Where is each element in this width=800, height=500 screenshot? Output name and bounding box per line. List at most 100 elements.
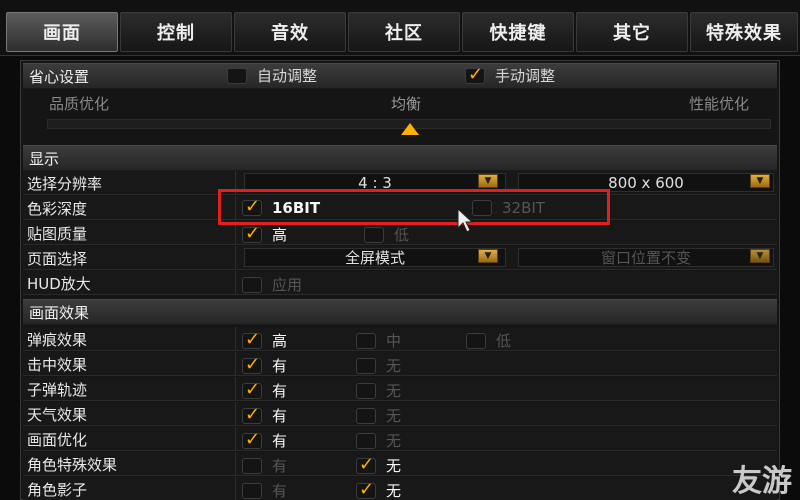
option-label: 有 — [272, 432, 288, 450]
checkbox[interactable] — [242, 457, 262, 474]
texture-low-checkbox[interactable] — [364, 226, 384, 243]
option-label: 无 — [386, 357, 402, 375]
effects-header: 画面效果 — [23, 299, 777, 325]
hud-scale-label: HUD放大 — [27, 275, 91, 293]
checkbox[interactable] — [356, 407, 376, 424]
easy-settings-title: 省心设置 — [29, 67, 90, 86]
option-low[interactable]: 低 — [466, 330, 511, 351]
effect-label: 弹痕效果 — [27, 331, 88, 349]
effect-row-bullet-trail: 子弹轨迹 ✓ 有 无 — [23, 377, 777, 401]
quality-label: 品质优化 — [49, 95, 110, 113]
effect-label: 角色特殊效果 — [27, 456, 118, 474]
checkbox[interactable]: ✓ — [242, 429, 262, 450]
hud-scale-row: HUD放大 应用 — [23, 271, 777, 295]
texture-low-option[interactable]: 低 — [364, 224, 409, 245]
texture-low-label: 低 — [394, 226, 410, 244]
page-mode-dropdown-arrow-icon[interactable]: ▼ — [478, 249, 498, 263]
effect-row-bullet-holes: 弹痕效果 ✓ 高 中 低 — [23, 327, 777, 351]
checkbox[interactable] — [356, 432, 376, 449]
texture-high-checkbox[interactable]: ✓ — [242, 223, 262, 244]
option-label: 无 — [386, 482, 402, 500]
effect-row-character-shadow: 角色影子 有 ✓ 无 — [23, 477, 777, 500]
option-label: 低 — [496, 332, 512, 350]
option-label: 中 — [386, 332, 402, 350]
effect-label: 天气效果 — [27, 406, 88, 424]
option-label: 有 — [272, 382, 288, 400]
option-off[interactable]: ✓ 无 — [356, 479, 402, 500]
ratio-dropdown-arrow-icon[interactable]: ▼ — [478, 174, 498, 188]
effect-row-weather: 天气效果 ✓ 有 无 — [23, 402, 777, 426]
quality-slider-thumb[interactable] — [401, 123, 419, 135]
option-label: 无 — [386, 382, 402, 400]
page-select-row: 页面选择 全屏模式 ▼ 窗口位置不变 ▼ — [23, 246, 777, 270]
settings-panel: 省心设置 自动调整 ✓ 手动调整 品质优化 均衡 性能优化 显示 选择分辨率 4… — [20, 60, 780, 500]
checkbox[interactable] — [242, 482, 262, 499]
checkbox[interactable] — [356, 382, 376, 399]
auto-adjust-option[interactable]: 自动调整 — [227, 65, 317, 86]
balanced-label: 均衡 — [391, 95, 422, 113]
option-on[interactable]: ✓ 有 — [242, 429, 288, 451]
auto-adjust-checkbox[interactable] — [227, 67, 247, 84]
hud-apply-label: 应用 — [272, 276, 303, 294]
option-on[interactable]: ✓ 有 — [242, 354, 288, 376]
texture-quality-label: 贴图质量 — [27, 225, 88, 243]
mouse-cursor-icon — [457, 208, 474, 233]
hud-apply-option[interactable]: 应用 — [242, 274, 302, 295]
manual-adjust-checkbox[interactable]: ✓ — [465, 64, 485, 85]
option-medium[interactable]: 中 — [356, 330, 401, 351]
option-off[interactable]: 无 — [356, 405, 401, 426]
performance-label: 性能优化 — [689, 95, 750, 113]
effect-label: 子弹轨迹 — [27, 381, 88, 399]
option-on[interactable]: ✓ 有 — [242, 404, 288, 426]
checkbox[interactable]: ✓ — [356, 479, 376, 500]
window-position-select[interactable]: 窗口位置不变 — [518, 248, 774, 267]
checkbox[interactable] — [356, 332, 376, 349]
display-header: 显示 — [23, 145, 777, 171]
page-mode-select[interactable]: 全屏模式 — [244, 248, 506, 267]
tab-special-effects[interactable]: 特殊效果 — [690, 12, 798, 52]
watermark-logo: 友游 — [732, 464, 792, 499]
hud-apply-checkbox[interactable] — [242, 276, 262, 293]
tab-control[interactable]: 控制 — [120, 12, 232, 52]
resolution-dropdown-arrow-icon[interactable]: ▼ — [750, 174, 770, 188]
checkbox[interactable]: ✓ — [356, 454, 376, 475]
option-off[interactable]: 无 — [356, 430, 401, 451]
checkbox[interactable] — [466, 332, 486, 349]
option-off[interactable]: ✓ 无 — [356, 454, 401, 476]
option-on[interactable]: 有 — [242, 455, 287, 476]
option-high[interactable]: ✓ 高 — [242, 329, 287, 351]
resolution-label: 选择分辨率 — [27, 175, 103, 193]
tab-other[interactable]: 其它 — [576, 12, 688, 52]
effect-label: 击中效果 — [27, 356, 88, 374]
option-label: 无 — [386, 432, 402, 450]
checkbox[interactable]: ✓ — [242, 329, 262, 350]
display-title: 显示 — [29, 149, 60, 168]
option-on[interactable]: ✓ 有 — [242, 379, 288, 401]
tab-bar: 画面 控制 音效 社区 快捷键 其它 特殊效果 — [0, 0, 800, 56]
option-label: 有 — [272, 407, 288, 425]
checkbox[interactable]: ✓ — [242, 379, 262, 400]
option-on[interactable]: 有 — [242, 480, 287, 500]
check-icon: ✓ — [359, 453, 375, 475]
checkbox[interactable] — [356, 357, 376, 374]
window-position-dropdown-arrow-icon[interactable]: ▼ — [750, 249, 770, 263]
option-label: 有 — [272, 457, 288, 475]
option-label: 有 — [272, 357, 288, 375]
check-icon: ✓ — [468, 63, 484, 85]
tab-hotkeys[interactable]: 快捷键 — [462, 12, 574, 52]
tab-display[interactable]: 画面 — [6, 12, 118, 52]
tab-community[interactable]: 社区 — [348, 12, 460, 52]
checkbox[interactable]: ✓ — [242, 354, 262, 375]
effect-label: 角色影子 — [27, 481, 88, 499]
manual-adjust-option[interactable]: ✓ 手动调整 — [465, 64, 556, 86]
checkbox[interactable]: ✓ — [242, 404, 262, 425]
option-off[interactable]: 无 — [356, 355, 401, 376]
texture-high-option[interactable]: ✓ 高 — [242, 223, 287, 245]
effect-label: 画面优化 — [27, 431, 88, 449]
option-off[interactable]: 无 — [356, 380, 401, 401]
easy-settings-header: 省心设置 — [23, 63, 777, 89]
manual-adjust-label: 手动调整 — [495, 67, 556, 85]
tab-sound[interactable]: 音效 — [234, 12, 346, 52]
check-icon: ✓ — [245, 222, 261, 244]
check-icon: ✓ — [245, 353, 261, 375]
